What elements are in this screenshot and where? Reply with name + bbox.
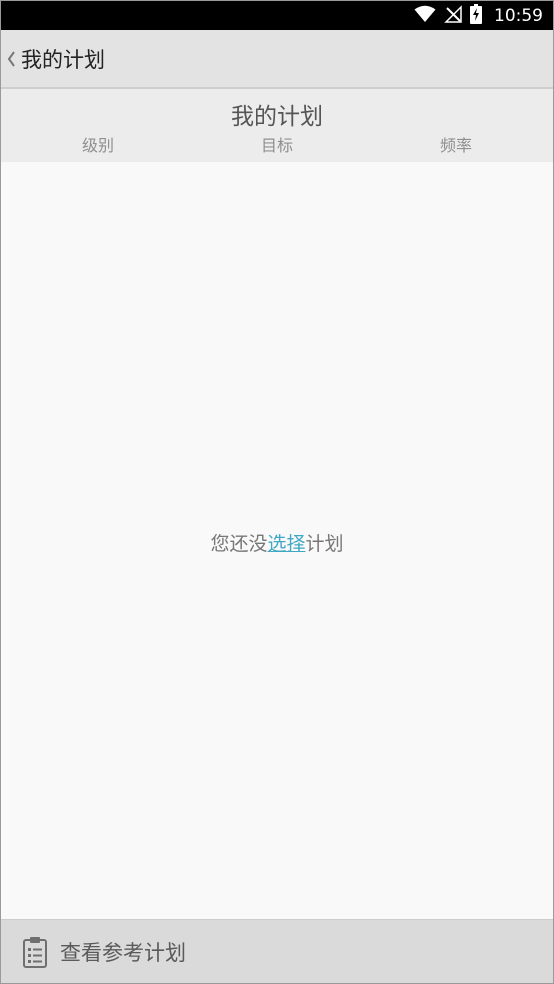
app-bar: 我的计划 <box>1 30 553 89</box>
bottom-bar-label: 查看参考计划 <box>60 941 186 965</box>
empty-state-message: 您还没选择计划 <box>1 529 553 556</box>
view-reference-plans-button[interactable]: 查看参考计划 <box>1 919 553 983</box>
status-bar: 10:59 <box>1 1 553 30</box>
back-button[interactable]: 我的计划 <box>1 30 105 87</box>
empty-message-suffix: 计划 <box>305 533 344 555</box>
status-time: 10:59 <box>494 5 543 26</box>
no-signal-icon <box>444 4 462 27</box>
column-level: 级别 <box>81 136 114 155</box>
column-goal: 目标 <box>260 136 293 155</box>
column-frequency: 频率 <box>439 136 472 155</box>
app-screen: 10:59 我的计划 我的计划 级别 目标 频率 您还没选择计划 查看参考计划 <box>0 0 554 984</box>
plan-list-area: 您还没选择计划 <box>1 162 553 919</box>
chevron-left-icon[interactable] <box>5 49 17 69</box>
plan-columns: 级别 目标 频率 <box>1 132 553 155</box>
page-title: 我的计划 <box>21 47 105 72</box>
clipboard-icon <box>22 936 48 968</box>
wifi-icon <box>414 5 436 27</box>
plan-header-title: 我的计划 <box>231 104 323 130</box>
select-plan-link[interactable]: 选择 <box>267 533 305 555</box>
status-icons: 10:59 <box>414 1 543 30</box>
empty-message-prefix: 您还没 <box>210 533 268 555</box>
plan-header: 我的计划 级别 目标 频率 <box>1 89 553 162</box>
battery-charging-icon <box>470 3 482 28</box>
